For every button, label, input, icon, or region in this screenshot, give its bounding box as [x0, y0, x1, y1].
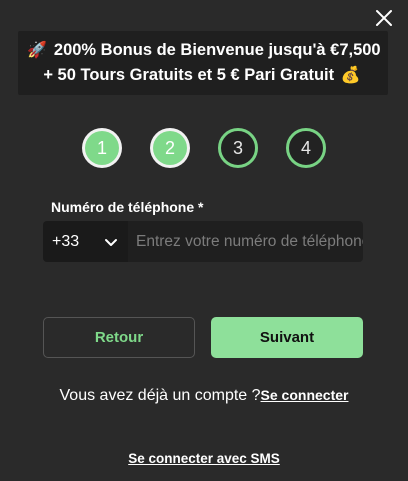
step-1: 1 — [85, 131, 119, 165]
phone-input[interactable] — [128, 221, 363, 262]
step-4: 4 — [286, 128, 326, 168]
money-bag-icon: 💰 — [340, 67, 361, 84]
phone-field: +33 — [43, 221, 363, 262]
login-link[interactable]: Se connecter — [261, 387, 349, 403]
country-code-value: +33 — [52, 232, 80, 250]
step-indicator: 1 2 3 4 — [0, 128, 408, 168]
promo-banner: 🚀 200% Bonus de Bienvenue jusqu'à €7,500… — [18, 31, 388, 95]
login-prompt-text: Vous avez déjà un compte ? — [59, 387, 261, 404]
sms-login-link[interactable]: Se connecter avec SMS — [0, 451, 408, 466]
chevron-down-icon — [105, 238, 117, 246]
close-button[interactable] — [374, 8, 394, 28]
promo-text-1: 200% Bonus de Bienvenue jusqu'à €7,500 — [53, 41, 381, 59]
rocket-icon: 🚀 — [27, 42, 48, 59]
step-2: 2 — [153, 131, 187, 165]
next-button[interactable]: Suivant — [211, 317, 363, 358]
promo-line-2: + 50 Tours Gratuits et 5 € Pari Gratuit … — [43, 63, 362, 88]
country-code-select[interactable]: +33 — [43, 221, 128, 262]
back-button[interactable]: Retour — [43, 317, 195, 358]
phone-label: Numéro de téléphone * — [51, 199, 204, 215]
step-3: 3 — [218, 128, 258, 168]
promo-text-2: + 50 Tours Gratuits et 5 € Pari Gratuit — [43, 66, 335, 84]
login-prompt-line: Vous avez déjà un compte ?Se connecter — [0, 387, 408, 405]
promo-line-1: 🚀 200% Bonus de Bienvenue jusqu'à €7,500 — [25, 38, 380, 63]
close-icon — [376, 10, 392, 26]
